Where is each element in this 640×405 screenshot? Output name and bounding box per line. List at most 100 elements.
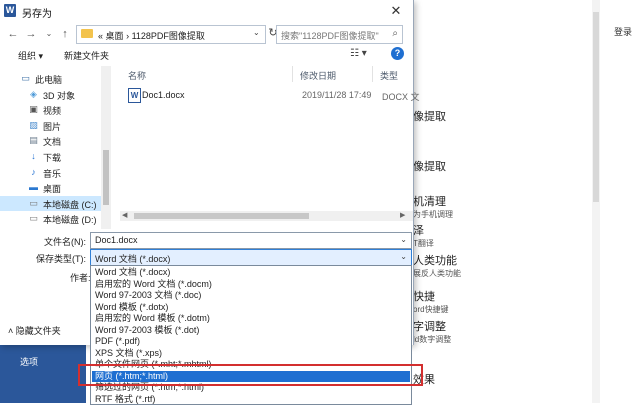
video-icon: ▣: [28, 104, 39, 114]
file-date: 2019/11/28 17:49: [302, 90, 371, 100]
savetype-option[interactable]: Word 97-2003 模板 (*.dot): [92, 325, 410, 337]
nav-item[interactable]: ▨ 图片: [0, 118, 110, 133]
nav-item[interactable]: ▭此电脑: [0, 71, 110, 86]
horizontal-scrollbar[interactable]: ◀ ▶: [120, 211, 413, 221]
column-divider[interactable]: [292, 66, 293, 82]
nav-item[interactable]: ↓ 下载: [0, 149, 110, 164]
up-button[interactable]: ↑: [58, 26, 72, 42]
savetype-option[interactable]: Word 模板 (*.dotx): [92, 302, 410, 314]
backstage-item[interactable]: 像提取: [413, 108, 446, 124]
nav-item-label: 桌面: [43, 182, 61, 195]
dialog-toolbar: 组织 ▾ 新建文件夹 ☷ ▾ ?: [0, 46, 413, 64]
address-bar[interactable]: « 桌面 › 1128PDF图像提取 ⌄: [76, 25, 266, 44]
download-icon: ↓: [28, 151, 39, 161]
scroll-left-icon[interactable]: ◀: [122, 211, 127, 219]
new-folder-button[interactable]: 新建文件夹: [64, 49, 109, 62]
pictures-icon: ▨: [28, 120, 39, 130]
savetype-label: 保存类型(T):: [20, 252, 86, 265]
backstage-item-subtitle: ord快捷键: [413, 304, 449, 315]
savetype-option[interactable]: RTF 格式 (*.rtf): [92, 394, 410, 405]
backstage-item[interactable]: 机清理为手机调理: [413, 193, 453, 220]
column-date[interactable]: 修改日期: [300, 69, 336, 82]
backstage-item-title: 快捷: [413, 288, 449, 304]
backstage-item-subtitle: 展反人类功能: [413, 268, 461, 279]
backstage-item[interactable]: 像提取: [413, 158, 446, 174]
savetype-select[interactable]: Word 文档 (*.docx) ⌄: [90, 249, 412, 266]
savetype-option[interactable]: Word 97-2003 文档 (*.doc): [92, 290, 410, 302]
breadcrumb-folder[interactable]: 1128PDF图像提取: [132, 31, 205, 41]
scroll-right-icon[interactable]: ▶: [400, 211, 405, 219]
nav-item[interactable]: ▭本地磁盘 (D:): [0, 211, 110, 226]
backstage-item-subtitle: 为手机调理: [413, 209, 453, 220]
options-menu-item[interactable]: 选项: [20, 355, 38, 368]
column-type[interactable]: 类型: [380, 69, 398, 82]
nav-item-label: 视频: [43, 104, 61, 117]
chevron-down-icon[interactable]: ⌄: [253, 28, 260, 37]
nav-item[interactable]: ▬ 桌面: [0, 180, 110, 195]
backstage-item-subtitle: ld数字调整: [413, 334, 451, 345]
close-button[interactable]: ✕: [383, 1, 409, 21]
navigation-bar: ← → ⌄ ↑ « 桌面 › 1128PDF图像提取 ⌄ ↻ 搜索"1128PD…: [0, 22, 413, 46]
organize-button[interactable]: 组织 ▾: [18, 49, 43, 62]
savetype-option[interactable]: Word 文档 (*.docx): [92, 267, 410, 279]
view-options-icon[interactable]: ☷ ▾: [350, 48, 367, 59]
backstage-item-title: 像提取: [413, 158, 446, 174]
hide-folders-button[interactable]: ˄ 隐藏文件夹: [8, 324, 61, 337]
nav-item-label: 下载: [43, 151, 61, 164]
backstage-scroll-thumb[interactable]: [593, 12, 599, 202]
file-list-header: 名称 修改日期 类型: [120, 64, 413, 84]
savetype-value: Word 文档 (*.docx): [95, 252, 170, 265]
file-name: Doc1.docx: [142, 90, 185, 100]
chevron-down-icon[interactable]: ⌄: [400, 252, 407, 261]
drive-icon: ▭: [28, 198, 39, 208]
dialog-title: 另存为: [22, 5, 52, 20]
nav-scroll-thumb[interactable]: [103, 150, 109, 205]
backstage-item[interactable]: 人类功能展反人类功能: [413, 252, 461, 279]
chevron-down-icon[interactable]: ⌄: [400, 235, 407, 244]
author-label: 作者:: [70, 271, 91, 284]
nav-item[interactable]: ♪ 音乐: [0, 165, 110, 180]
desktop-icon: ▬: [28, 182, 39, 192]
savetype-option[interactable]: 启用宏的 Word 模板 (*.dotm): [92, 313, 410, 325]
nav-item[interactable]: ▭ 本地磁盘 (C:): [0, 196, 110, 211]
file-row[interactable]: W Doc1.docx 2019/11/28 17:49 DOCX 文: [120, 86, 413, 104]
word-app-icon: W: [4, 4, 16, 17]
savetype-option[interactable]: 启用宏的 Word 文档 (*.docm): [92, 279, 410, 291]
breadcrumb[interactable]: « 桌面 › 1128PDF图像提取: [98, 29, 205, 42]
backstage-item-title: 人类功能: [413, 252, 461, 268]
nav-item[interactable]: ▤文档: [0, 133, 110, 148]
music-icon: ♪: [28, 167, 39, 177]
nav-item-label: 3D 对象: [43, 89, 75, 102]
forward-button[interactable]: →: [24, 26, 38, 42]
search-input[interactable]: 搜索"1128PDF图像提取" ⌕: [276, 25, 403, 44]
word-document-icon: W: [128, 88, 141, 103]
backstage-item[interactable]: 字调整ld数字调整: [413, 318, 451, 345]
chevron-up-icon: ˄: [8, 326, 13, 336]
savetype-option[interactable]: XPS 文档 (*.xps): [92, 348, 410, 360]
filename-field[interactable]: Doc1.docx ⌄: [90, 232, 412, 249]
horizontal-scroll-thumb[interactable]: [134, 213, 309, 219]
breadcrumb-desktop[interactable]: 桌面: [106, 31, 124, 41]
nav-item-label: 此电脑: [35, 73, 62, 86]
signin-link[interactable]: 登录: [614, 25, 632, 38]
savetype-option[interactable]: PDF (*.pdf): [92, 336, 410, 348]
nav-item-label: 音乐: [43, 167, 61, 180]
filename-label: 文件名(N):: [30, 235, 86, 248]
column-divider[interactable]: [372, 66, 373, 82]
nav-item[interactable]: ◈3D 对象: [0, 87, 110, 102]
folder-icon: [81, 29, 93, 38]
recent-locations-button[interactable]: ⌄: [42, 26, 56, 42]
back-button[interactable]: ←: [6, 26, 20, 42]
file-type: DOCX 文: [382, 90, 420, 103]
backstage-item[interactable]: 快捷ord快捷键: [413, 288, 449, 315]
help-icon[interactable]: ?: [391, 47, 404, 60]
backstage-item-title: 泽: [413, 222, 434, 238]
highlight-annotation-box: [78, 364, 423, 386]
backstage-item[interactable]: 泽T翻译: [413, 222, 434, 249]
nav-item[interactable]: ▣ 视频: [0, 102, 110, 117]
column-name[interactable]: 名称: [128, 69, 146, 82]
drive-icon: ▭: [28, 213, 39, 223]
nav-item-label: 本地磁盘 (C:): [43, 198, 97, 211]
nav-item-label: 图片: [43, 120, 61, 133]
close-icon: ✕: [391, 3, 402, 18]
